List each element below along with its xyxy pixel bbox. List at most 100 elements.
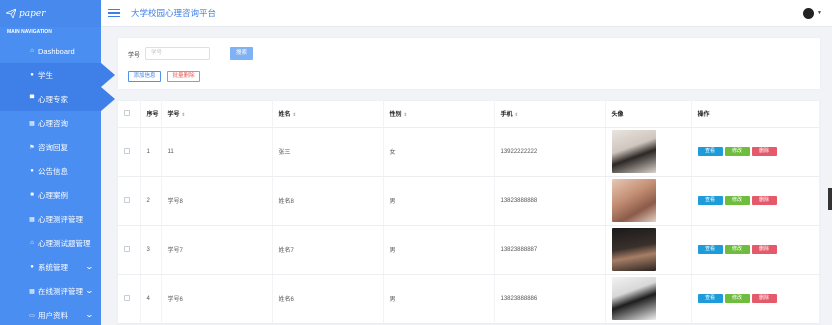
row-name: 张三: [272, 127, 384, 177]
user-icon: ●: [30, 168, 34, 174]
sidebar-item[interactable]: ▦ 心理咨询: [0, 111, 101, 135]
row-name: 姓名8: [272, 176, 384, 226]
col-actions: 操作: [691, 101, 820, 128]
github-avatar-icon[interactable]: [803, 8, 814, 19]
page-title: 大学校园心理咨询平台: [131, 8, 217, 18]
window-icon: ▭: [29, 312, 35, 319]
row-index: 3: [140, 225, 162, 275]
row-checkbox[interactable]: [118, 127, 141, 177]
col-name[interactable]: 姓名 ⇕: [272, 101, 384, 128]
table-row: 3 学号7 姓名7 男 13823888887 查看 修改 删除: [118, 225, 820, 275]
row-gender: 男: [383, 274, 495, 324]
row-checkbox[interactable]: [118, 274, 141, 324]
nav-header: MAIN NAVIGATION: [7, 29, 52, 35]
search-panel: 学号 学号 搜索 添加信息 批量删除: [117, 37, 821, 90]
row-avatar-cell: [605, 176, 692, 226]
row-avatar-cell: [605, 127, 692, 177]
sidebar-item-label: Dashboard: [38, 46, 75, 56]
sidebar-item[interactable]: ▦ 在线测评管理 ⌄: [0, 279, 101, 303]
delete-button[interactable]: 删除: [751, 294, 777, 303]
sort-icon[interactable]: ⇕: [293, 112, 297, 117]
menu-toggle-icon[interactable]: [108, 8, 120, 18]
page-scrollbar[interactable]: [828, 188, 832, 210]
row-student-no: 学号7: [161, 225, 273, 275]
sidebar: paper MAIN NAVIGATION ⌂ Dashboard ● 学生 ▀ 心理专家…: [0, 0, 115, 325]
table-row: 2 学号8 姓名8 男 13823888888 查看 修改 删除: [118, 176, 820, 226]
sidebar-item[interactable]: ⌂ Dashboard: [0, 39, 101, 63]
chevron-down-icon[interactable]: ⌄: [85, 310, 94, 319]
search-label: 学号: [128, 53, 141, 59]
sidebar-item[interactable]: ● 系统管理 ⌄: [0, 255, 101, 279]
sidebar-item[interactable]: ● 学生: [0, 63, 115, 87]
avatar: [611, 228, 656, 271]
sidebar-item[interactable]: ■ 心理案例: [0, 183, 101, 207]
view-button[interactable]: 查看: [697, 147, 723, 156]
row-index: 2: [140, 176, 162, 226]
row-phone: 13823888886: [494, 274, 606, 324]
col-phone-label: 手机: [500, 112, 513, 119]
grid-icon: ▦: [29, 288, 35, 295]
brand[interactable]: paper: [0, 0, 101, 27]
avatar: [611, 130, 656, 173]
student-no-input[interactable]: 学号: [145, 47, 210, 60]
row-student-no: 学号6: [161, 274, 273, 324]
batch-delete-button[interactable]: 批量删除: [167, 71, 200, 82]
view-button[interactable]: 查看: [697, 245, 723, 254]
col-gender[interactable]: 性别 ⇕: [383, 101, 495, 128]
delete-button[interactable]: 删除: [751, 147, 777, 156]
select-all-checkbox[interactable]: [118, 101, 141, 128]
edit-button[interactable]: 修改: [724, 196, 750, 205]
avatar: [611, 179, 656, 222]
sidebar-item[interactable]: ▀ 心理专家: [0, 87, 115, 111]
row-index: 1: [140, 127, 162, 177]
row-gender: 男: [383, 225, 495, 275]
edit-button[interactable]: 修改: [724, 147, 750, 156]
row-student-no: 11: [161, 127, 273, 177]
sidebar-item-label: 系统管理: [38, 262, 68, 272]
bank-icon: ⌂: [30, 240, 34, 246]
row-checkbox[interactable]: [118, 176, 141, 226]
row-actions: 查看 修改 删除: [691, 274, 820, 324]
search-button[interactable]: 搜索: [230, 47, 253, 60]
row-gender: 女: [383, 127, 495, 177]
avatar: [611, 277, 656, 320]
edit-button[interactable]: 修改: [724, 294, 750, 303]
sidebar-item-label: 用户资料: [38, 310, 68, 320]
sidebar-item[interactable]: ● 公告信息: [0, 159, 101, 183]
book-icon: ■: [30, 192, 34, 198]
row-checkbox[interactable]: [118, 225, 141, 275]
chevron-down-icon[interactable]: ⌄: [85, 286, 94, 295]
top-header: 大学校园心理咨询平台 ▼: [101, 0, 832, 27]
row-avatar-cell: [605, 225, 692, 275]
delete-button[interactable]: 删除: [751, 196, 777, 205]
sort-icon[interactable]: ⇕: [182, 112, 186, 117]
edit-button[interactable]: 修改: [724, 245, 750, 254]
chevron-down-icon[interactable]: ⌄: [85, 262, 94, 271]
sidebar-item[interactable]: ▭ 用户资料 ⌄: [0, 303, 101, 325]
row-index: 4: [140, 274, 162, 324]
col-student-no[interactable]: 学号 ⇕: [161, 101, 273, 128]
delete-button[interactable]: 删除: [751, 245, 777, 254]
view-button[interactable]: 查看: [697, 196, 723, 205]
view-button[interactable]: 查看: [697, 294, 723, 303]
sidebar-item-label: 心理案例: [38, 190, 68, 200]
col-student-no-label: 学号: [167, 112, 180, 119]
grid-icon: ▦: [29, 216, 35, 223]
table-row: 4 学号6 姓名6 男 13823888886 查看 修改 删除: [118, 274, 820, 324]
sidebar-item-label: 心理咨询: [38, 118, 68, 128]
add-button[interactable]: 添加信息: [128, 71, 161, 82]
sidebar-item[interactable]: ▦ 心理测评管理: [0, 207, 101, 231]
col-phone[interactable]: 手机 ⇕: [494, 101, 606, 128]
sort-icon[interactable]: ⇕: [404, 112, 408, 117]
sidebar-item-label: 心理测试题管理: [38, 238, 91, 248]
col-gender-label: 性别: [389, 112, 402, 119]
database-icon: ●: [30, 264, 34, 270]
brand-name: paper: [19, 8, 46, 19]
caret-down-icon[interactable]: ▼: [817, 10, 822, 16]
sort-icon[interactable]: ⇕: [515, 112, 519, 117]
sidebar-item[interactable]: ⌂ 心理测试题管理: [0, 231, 101, 255]
sidebar-item[interactable]: ⚑ 咨询回复: [0, 135, 101, 159]
sidebar-item-label: 心理测评管理: [38, 214, 83, 224]
card-icon: ▀: [29, 96, 35, 102]
table-row: 1 11 张三女 13922222222 查看 修改 删除: [118, 127, 820, 177]
